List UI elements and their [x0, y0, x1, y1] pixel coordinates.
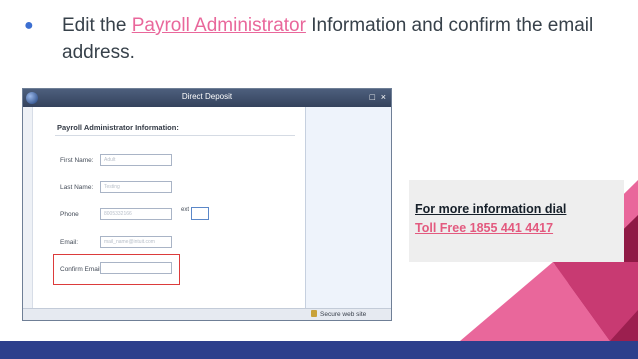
email-label: Email:: [60, 239, 79, 246]
deco-mid-pink: [553, 262, 638, 341]
phone-label: Phone: [60, 211, 79, 218]
first-name-input[interactable]: Adult: [100, 154, 172, 166]
instruction-text-start: Edit the: [62, 15, 132, 36]
ext-label: ext: [181, 207, 190, 213]
form-divider: [55, 135, 295, 136]
window-titlebar: Direct Deposit □ ×: [23, 89, 391, 107]
contact-info-line: For more information dial: [415, 202, 567, 216]
first-name-label: First Name:: [60, 157, 94, 164]
contact-info-box: For more information dial Toll Free 1855…: [409, 180, 624, 262]
deco-pink-triangle-left: [460, 262, 610, 341]
email-input[interactable]: mail_name@intuit.com: [100, 236, 172, 248]
lock-icon: [311, 310, 317, 317]
ext-input[interactable]: [191, 207, 209, 220]
deco-magenta-triangle: [510, 262, 638, 341]
last-name-input[interactable]: Testing: [100, 181, 172, 193]
instruction-text: Edit the Payroll Administrator Informati…: [62, 12, 638, 66]
toll-free-number-link[interactable]: Toll Free 1855 441 4417: [415, 221, 553, 235]
maximize-button[interactable]: □: [370, 92, 375, 102]
phone-input[interactable]: 8005332166: [100, 208, 172, 220]
secure-status: Secure web site: [311, 310, 366, 318]
footer-band: [0, 341, 638, 359]
secure-status-text: Secure web site: [320, 311, 367, 318]
confirm-email-highlight: [53, 254, 180, 285]
bullet-dot: ●: [24, 17, 34, 34]
form-heading: Payroll Administrator Information:: [57, 123, 179, 132]
left-gutter: [23, 107, 33, 310]
close-button[interactable]: ×: [381, 92, 386, 102]
direct-deposit-screenshot: Direct Deposit □ × Payroll Administrator…: [22, 88, 392, 321]
side-panel: [305, 107, 391, 310]
payroll-administrator-link[interactable]: Payroll Administrator: [132, 15, 306, 36]
last-name-label: Last Name:: [60, 184, 94, 191]
window-title: Direct Deposit: [181, 92, 233, 101]
status-bar: Secure web site: [23, 308, 391, 320]
